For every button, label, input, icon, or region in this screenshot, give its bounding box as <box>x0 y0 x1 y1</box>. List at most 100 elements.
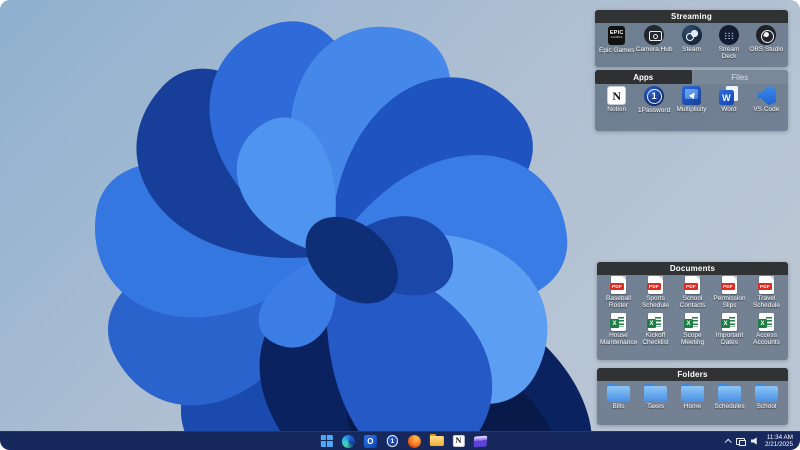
desktop-icon-camera-hub[interactable]: Camera Hub <box>635 25 672 61</box>
desktop-icon-steam[interactable]: Steam <box>673 25 710 61</box>
pdf-file-icon: PDF <box>685 276 700 294</box>
fence-streaming-body: EPIC GAMES Epic Games Camera Hub Steam S… <box>595 23 788 64</box>
desktop-icon-notion[interactable]: N Notion <box>598 86 635 114</box>
taskbar-center-icons: O 1 N <box>319 432 488 450</box>
camera-hub-icon <box>644 25 664 45</box>
file-icon-house-maintenance[interactable]: X House Maintenance <box>600 313 637 347</box>
word-icon: W <box>719 86 739 105</box>
epic-games-icon: EPIC GAMES <box>608 26 625 45</box>
folder-icon-schedules[interactable]: Schedules <box>711 383 748 410</box>
icon-label: 1Password <box>635 107 672 114</box>
1password-digit: 1 <box>652 92 657 101</box>
obs-studio-icon <box>756 25 776 45</box>
excel-badge: X <box>758 319 767 328</box>
icon-label: Multiplicity <box>673 106 710 113</box>
pdf-badge: PDF <box>721 283 735 290</box>
notion-icon: N <box>607 86 626 105</box>
notion-button[interactable]: N <box>451 434 466 449</box>
fence-apps-body: N Notion 1 1Password Multiplicity W Word <box>595 84 788 117</box>
folder-icon-bills[interactable]: Bills <box>600 383 637 410</box>
icon-label: Notion <box>598 106 635 113</box>
start-button[interactable] <box>319 434 334 449</box>
desktop-icon-multiplicity[interactable]: Multiplicity <box>673 86 710 114</box>
edge-button[interactable] <box>341 434 356 449</box>
windows-logo-icon <box>320 435 332 447</box>
icon-label: VS Code <box>748 106 785 113</box>
file-icon-travel-schedule[interactable]: PDF Travel Schedule <box>748 276 785 310</box>
fence-streaming: Streaming EPIC GAMES Epic Games Camera H… <box>595 10 788 67</box>
folder-label: Home <box>674 403 711 410</box>
icon-label: Camera Hub <box>635 46 672 53</box>
folder-label: Bills <box>600 403 637 410</box>
pdf-file-icon: PDF <box>648 276 663 294</box>
folder-icon <box>681 386 704 402</box>
file-explorer-icon <box>429 436 443 446</box>
folder-label: School <box>748 403 785 410</box>
icon-label: OBS Studio <box>748 46 785 53</box>
clock-time: 11:34 AM <box>767 434 793 441</box>
excel-badge: X <box>684 319 693 328</box>
file-icon-scope-meeting[interactable]: X Scope Meeting <box>674 313 711 347</box>
folder-icon-home[interactable]: Home <box>674 383 711 410</box>
volume-icon <box>751 437 759 445</box>
file-icon-access-accounts[interactable]: X Access Accounts <box>748 313 785 347</box>
epic-wordmark-sub: GAMES <box>611 36 623 40</box>
file-icon-baseball-roster[interactable]: PDF Baseball Roster <box>600 276 637 310</box>
file-icon-school-contacts[interactable]: PDF School Contacts <box>674 276 711 310</box>
firefox-button[interactable] <box>407 434 422 449</box>
desktop-icon-1password[interactable]: 1 1Password <box>635 86 672 114</box>
file-icon-sports-schedule[interactable]: PDF Sports Schedule <box>637 276 674 310</box>
file-label: Sports Schedule <box>637 295 674 310</box>
pdf-badge: PDF <box>610 283 624 290</box>
desktop-icon-epic-games[interactable]: EPIC GAMES Epic Games <box>598 25 635 61</box>
file-icon-permission-slips[interactable]: PDF Permission Slips <box>711 276 748 310</box>
tray-overflow-button[interactable] <box>725 439 730 444</box>
file-icon-kickoff-checklist[interactable]: X Kickoff Checklist <box>637 313 674 347</box>
notion-icon: N <box>452 435 464 447</box>
fence-documents-title: Documents <box>670 264 715 273</box>
1password-button[interactable]: 1 <box>385 434 400 449</box>
file-explorer-button[interactable] <box>429 434 444 449</box>
icon-label: Steam <box>673 46 710 53</box>
outlook-button[interactable]: O <box>363 434 378 449</box>
excel-badge: X <box>647 319 656 328</box>
file-label: Permission Slips <box>711 295 748 310</box>
fence-apps-files: Apps Files N Notion 1 1Password Multipli… <box>595 70 788 131</box>
fence-documents-header[interactable]: Documents <box>597 262 788 275</box>
chevron-up-icon <box>725 438 732 445</box>
tab-files[interactable]: Files <box>692 70 789 84</box>
fence-streaming-header[interactable]: Streaming <box>595 10 788 23</box>
file-label: Access Accounts <box>748 332 785 347</box>
taskbar: O 1 N 11:34 AM 2/21/2025 <box>0 431 800 450</box>
media-player-button[interactable] <box>473 434 488 449</box>
pdf-badge: PDF <box>758 283 772 290</box>
pdf-file-icon: PDF <box>611 276 626 294</box>
outlook-icon: O <box>364 435 377 448</box>
desktop-screen: Streaming EPIC GAMES Epic Games Camera H… <box>0 0 800 450</box>
desktop-icon-obs-studio[interactable]: OBS Studio <box>748 25 785 61</box>
network-button[interactable] <box>736 438 745 445</box>
documents-row-1: PDF Baseball Roster PDF Sports Schedule … <box>597 275 788 312</box>
file-icon-important-dates[interactable]: X Important Dates <box>711 313 748 347</box>
fence-folders-title: Folders <box>677 370 707 379</box>
file-label: Travel Schedule <box>748 295 785 310</box>
clock[interactable]: 11:34 AM 2/21/2025 <box>765 434 793 449</box>
folder-icon <box>755 386 778 402</box>
notion-letter: N <box>455 437 461 445</box>
excel-file-icon: X <box>685 313 700 331</box>
fence-streaming-title: Streaming <box>671 12 712 21</box>
fence-folders: Folders Bills Taxes Home Schedules Schoo… <box>597 368 788 425</box>
folder-icon-taxes[interactable]: Taxes <box>637 383 674 410</box>
tab-apps[interactable]: Apps <box>595 70 692 84</box>
desktop-icon-vs-code[interactable]: VS Code <box>748 86 785 114</box>
fence-folders-header[interactable]: Folders <box>597 368 788 381</box>
documents-row-2: X House Maintenance X Kickoff Checklist … <box>597 312 788 349</box>
excel-file-icon: X <box>648 313 663 331</box>
volume-button[interactable] <box>751 437 759 445</box>
desktop-icon-stream-deck[interactable]: Stream Deck <box>710 25 747 61</box>
file-label: Important Dates <box>711 332 748 347</box>
media-player-icon <box>473 435 487 447</box>
folder-icon-school[interactable]: School <box>748 383 785 410</box>
excel-badge: X <box>610 319 619 328</box>
desktop-icon-word[interactable]: W Word <box>710 86 747 114</box>
